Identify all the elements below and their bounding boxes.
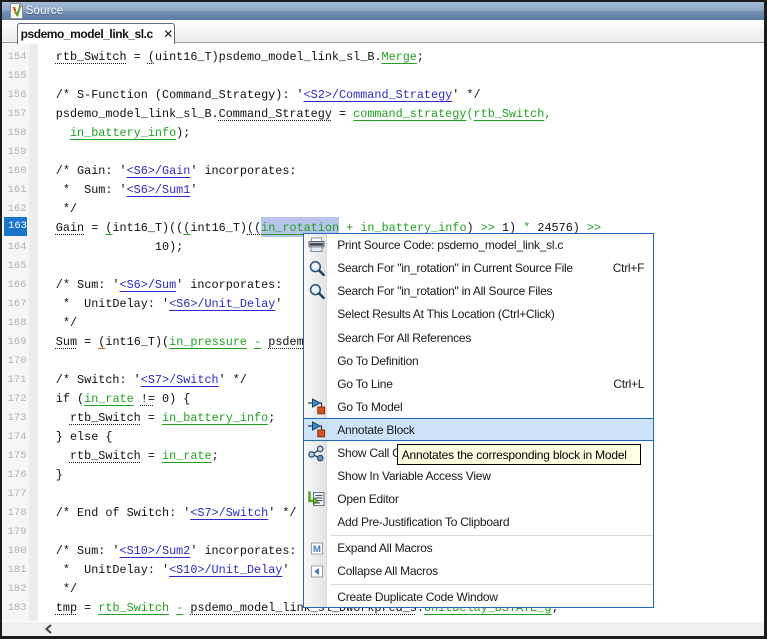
svg-text:M: M: [313, 543, 321, 554]
